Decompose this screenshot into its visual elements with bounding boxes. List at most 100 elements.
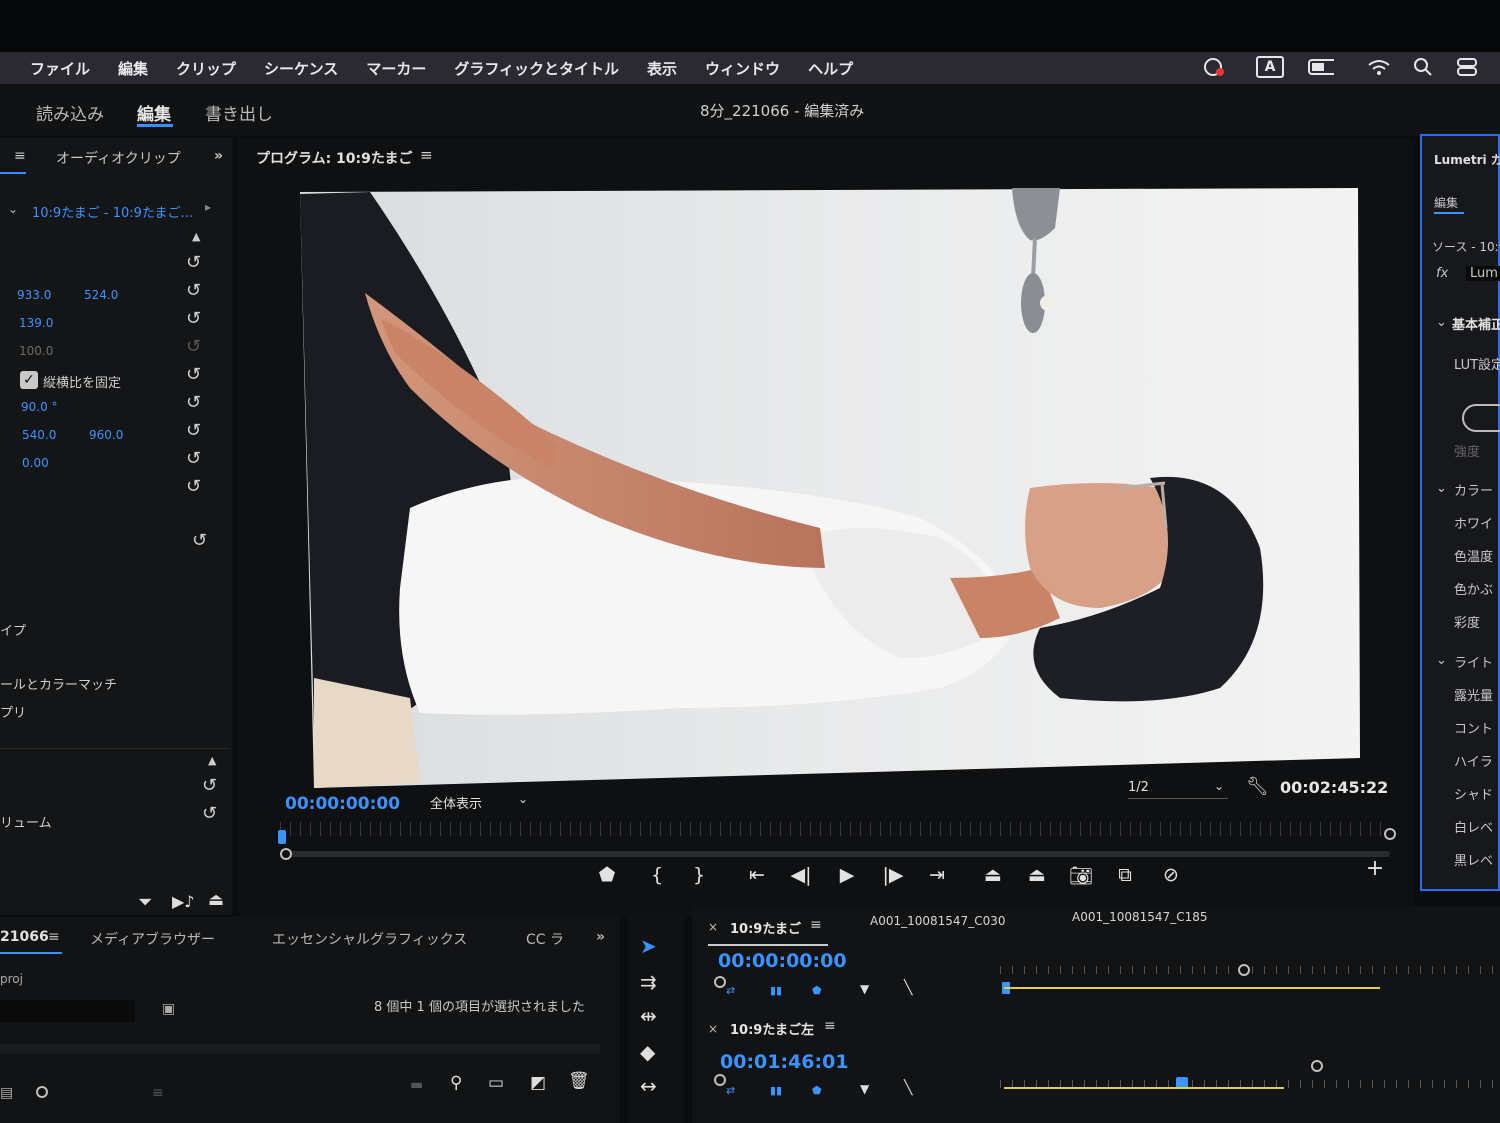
tab-import[interactable]: 読み込み (36, 100, 104, 125)
tab-cc-libraries[interactable]: CC ラ (526, 929, 564, 949)
spotlight-search-icon[interactable] (1410, 56, 1436, 78)
track-select-tool-icon[interactable]: ⇉ (640, 970, 657, 994)
menu-file[interactable]: ファイル (30, 58, 90, 79)
lumetri-tab-edit[interactable]: 編集 (1434, 194, 1458, 211)
menu-window[interactable]: ウィンドウ (705, 58, 780, 79)
razor-tool-icon[interactable]: ◆ (640, 1040, 655, 1064)
anti-flicker-value[interactable]: 0.00 (22, 456, 49, 470)
chevron-down-icon[interactable]: ⌄ (8, 202, 18, 216)
tab-essential-graphics[interactable]: エッセンシャルグラフィックス (272, 929, 467, 949)
play-only-icon[interactable]: ▸ (205, 200, 211, 214)
panel-menu-icon[interactable]: ≡ (14, 148, 26, 164)
button-editor-plus-icon[interactable]: + (1362, 856, 1388, 881)
menu-clip[interactable]: クリップ (176, 58, 236, 79)
reset-icon[interactable]: ↺ (186, 280, 201, 301)
wrench-settings-icon[interactable]: ╲ (904, 1080, 912, 1096)
export-frame-camera-icon[interactable]: 📷︎ (1068, 864, 1094, 887)
sort-icon[interactable]: ≡ (152, 1085, 164, 1101)
fx-effect-name[interactable]: Lum (1466, 266, 1500, 281)
filter-icon[interactable]: ⏷ (138, 892, 152, 913)
scrollbar-handle[interactable] (1238, 964, 1250, 976)
anchor-x-value[interactable]: 540.0 (22, 428, 56, 442)
trash-icon[interactable]: 🗑︎ (568, 1071, 590, 1091)
list-view-icon[interactable]: ▤ (0, 1085, 13, 1101)
add-marker-icon[interactable]: ⬟ (812, 1084, 822, 1097)
zoom-scrollbar[interactable] (286, 851, 1390, 857)
tab-edit[interactable]: 編集 (137, 100, 171, 125)
reset-icon[interactable]: ↺ (186, 252, 201, 273)
search-input[interactable] (0, 1000, 135, 1022)
new-folder-icon[interactable]: ▭ (488, 1073, 504, 1093)
auto-button[interactable] (1462, 404, 1500, 432)
uniform-scale-checkbox[interactable]: ✓ (20, 371, 38, 389)
mark-in-icon[interactable]: { (644, 864, 670, 886)
panel-menu-icon[interactable]: ≡ (824, 1018, 836, 1034)
comparison-view-icon[interactable]: ⧉ (1112, 864, 1138, 886)
new-item-icon[interactable]: ◩ (530, 1073, 546, 1093)
mark-out-icon[interactable]: } (686, 864, 712, 886)
playhead[interactable] (278, 830, 286, 844)
reset-icon[interactable]: ↺ (202, 803, 217, 824)
reset-icon[interactable]: ↺ (186, 476, 201, 497)
reset-icon[interactable]: ↺ (186, 448, 201, 469)
ripple-edit-tool-icon[interactable]: ⇹ (640, 1004, 657, 1028)
wifi-icon[interactable] (1366, 56, 1392, 78)
clip-selector[interactable]: 10:9たまご - 10:9たまご... (32, 202, 193, 221)
creative-cloud-icon[interactable] (1200, 56, 1226, 78)
playback-resolution-select[interactable]: 1/2 (1128, 780, 1228, 795)
chevron-down-icon[interactable]: ⌄ (1436, 315, 1447, 330)
menu-edit[interactable]: 編集 (118, 58, 148, 79)
input-method-icon[interactable]: A (1256, 56, 1284, 78)
vr-video-icon[interactable]: ⊘ (1158, 864, 1184, 886)
section-light[interactable]: ライト (1454, 652, 1493, 671)
more-tabs-icon[interactable]: » (214, 148, 223, 164)
timeline-zoom-handle[interactable] (714, 1074, 726, 1086)
current-timecode[interactable]: 00:00:00:00 (285, 794, 400, 814)
scroll-up-icon[interactable]: ▲ (192, 230, 200, 243)
zoom-slider-handle[interactable] (36, 1086, 48, 1098)
chevron-down-icon[interactable]: ⌄ (518, 792, 528, 806)
reset-icon[interactable]: ↺ (186, 392, 201, 413)
panel-menu-icon[interactable]: ≡ (810, 917, 822, 933)
anchor-y-value[interactable]: 960.0 (89, 428, 123, 442)
video-frame[interactable] (300, 188, 1360, 788)
scrollbar-handle[interactable] (1311, 1060, 1323, 1072)
sequence-timecode[interactable]: 00:01:46:01 (720, 1051, 849, 1073)
clip-name[interactable]: A001_10081547_C185 (1072, 910, 1207, 924)
slip-tool-icon[interactable]: ↔ (640, 1074, 657, 1098)
fx-badge[interactable]: fx (1436, 266, 1448, 281)
reset-icon[interactable]: ↺ (186, 308, 201, 329)
work-area-bar[interactable] (1004, 987, 1380, 989)
control-center-icon[interactable] (1454, 56, 1480, 78)
step-forward-icon[interactable]: |▶ (880, 864, 906, 886)
section-color[interactable]: カラー (1454, 480, 1493, 499)
new-bin-icon[interactable]: ▣ (162, 1001, 175, 1017)
play-audio-icon[interactable]: ▶♪ (172, 892, 195, 911)
add-marker-icon[interactable]: ⬟ (594, 864, 620, 886)
snap-icon[interactable]: ⇄ (726, 1084, 735, 1097)
marker-icon[interactable]: ▼ (860, 982, 869, 996)
time-ruler[interactable] (280, 822, 1390, 836)
scroll-up-icon[interactable]: ▲ (208, 754, 216, 767)
menu-graphics[interactable]: グラフィックとタイトル (454, 58, 619, 79)
time-ruler[interactable] (1000, 966, 1500, 974)
wrench-settings-icon[interactable]: ╲ (904, 980, 912, 996)
linked-selection-icon[interactable]: ▮▮ (770, 984, 782, 997)
chevron-down-icon[interactable]: ⌄ (1214, 779, 1224, 793)
chevron-down-icon[interactable]: ⌄ (1436, 481, 1447, 496)
scale-value[interactable]: 139.0 (19, 316, 53, 330)
reset-icon[interactable]: ↺ (192, 530, 207, 551)
reset-icon[interactable]: ↺ (186, 420, 201, 441)
work-area-bar[interactable] (1004, 1087, 1284, 1089)
project-scrollbar[interactable] (0, 1044, 600, 1054)
play-icon[interactable]: ▶ (834, 864, 860, 886)
battery-icon[interactable] (1308, 56, 1334, 78)
lift-icon[interactable]: ⏏ (980, 864, 1006, 886)
position-x-value[interactable]: 933.0 (17, 288, 51, 302)
search-icon[interactable]: ⚲ (450, 1073, 462, 1093)
tab-audio-clip-mixer[interactable]: オーディオクリップ (56, 148, 181, 168)
panel-menu-icon[interactable]: ≡ (420, 146, 433, 164)
tab-project[interactable]: 21066 (0, 929, 49, 945)
panel-menu-icon[interactable]: ≡ (48, 929, 60, 945)
rotation-value[interactable]: 90.0 ° (21, 400, 58, 414)
